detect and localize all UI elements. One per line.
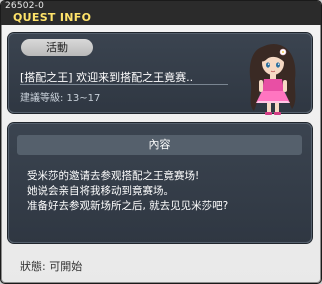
divider [20, 84, 228, 85]
quest-id: 26502-0 [5, 1, 45, 11]
title-bar[interactable]: 26502-0 QUEST INFO [1, 1, 321, 25]
npc-portrait-icon [249, 43, 296, 115]
content-header: 內容 [17, 135, 302, 155]
quest-info-window: 26502-0 QUEST INFO 活動 [搭配之王] 欢迎来到搭配之王竟赛.… [0, 0, 322, 284]
content-line: 她说会亲自将我移动到竟赛场。 [27, 185, 174, 197]
window-title: QUEST INFO [13, 11, 92, 24]
content-text: 受米莎的邀请去参观搭配之王竟赛场! 她说会亲自将我移动到竟赛场。 准备好去参观新… [27, 169, 297, 214]
quest-summary-panel: 活動 [搭配之王] 欢迎来到搭配之王竟赛.. 建議等級: 13~17 [8, 33, 312, 115]
quest-status: 狀態: 可開始 [20, 260, 83, 273]
content-line: 受米莎的邀请去参观搭配之王竟赛场! [27, 170, 200, 182]
category-badge: 活動 [21, 39, 93, 56]
content-line: 准备好去参观新场所之后, 就去见见米莎吧? [27, 200, 229, 212]
quest-content-panel: 內容 受米莎的邀请去参观搭配之王竟赛场! 她说会亲自将我移动到竟赛场。 准备好去… [8, 123, 312, 243]
recommended-level: 建議等級: 13~17 [20, 93, 101, 104]
quest-name: [搭配之王] 欢迎来到搭配之王竟赛.. [20, 71, 194, 84]
